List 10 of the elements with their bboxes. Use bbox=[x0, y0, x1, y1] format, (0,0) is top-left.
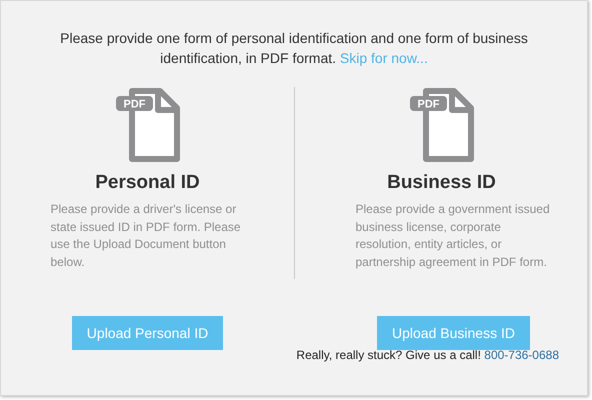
phone-link[interactable]: 800-736-0688 bbox=[484, 348, 559, 362]
instructions-text: Please provide one form of personal identification and one form of business identification, in PDF format. Skip for now... bbox=[59, 29, 529, 68]
description-text: Please provide a driver's license or state issued ID in PDF form. Please use the Upload Document button below. bbox=[50, 201, 242, 270]
section-title: Personal ID bbox=[95, 172, 200, 194]
upload-button[interactable]: Upload Personal ID bbox=[72, 316, 224, 350]
skip-link[interactable]: Skip for now... bbox=[340, 50, 428, 66]
description-text: Please provide a government issued business license, corporate resolution, entity articles, or partnership agreement in PDF form. bbox=[356, 201, 551, 270]
section-title: Business ID bbox=[387, 172, 496, 194]
upload-button[interactable]: Upload Business ID bbox=[377, 316, 530, 350]
help-text: Really, really stuck? Give us a call! bbox=[296, 348, 482, 362]
